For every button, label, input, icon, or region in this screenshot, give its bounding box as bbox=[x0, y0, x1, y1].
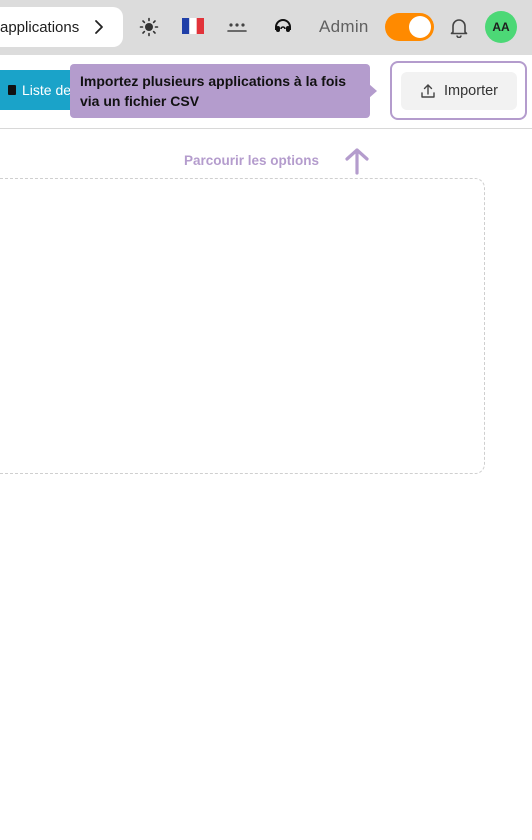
header-divider bbox=[0, 128, 532, 129]
browse-hint: Parcourir les options bbox=[184, 153, 320, 168]
tooltip-text: Importez plusieurs applications à la foi… bbox=[80, 73, 347, 109]
csv-dropzone[interactable] bbox=[0, 178, 485, 474]
toggle-knob bbox=[409, 16, 431, 38]
import-button[interactable]: Importer bbox=[401, 72, 517, 110]
list-button-label: Liste de bbox=[22, 82, 72, 98]
more-dots-icon[interactable] bbox=[226, 16, 248, 38]
avatar-initials: AA bbox=[492, 20, 510, 34]
admin-toggle[interactable] bbox=[385, 13, 434, 41]
import-button-label: Importer bbox=[444, 83, 498, 99]
import-tooltip: Importez plusieurs applications à la foi… bbox=[70, 64, 370, 118]
list-button[interactable]: Liste de bbox=[0, 70, 80, 110]
arrow-up-icon bbox=[345, 148, 369, 175]
chevron-right-icon bbox=[95, 20, 103, 34]
pin-icon bbox=[8, 85, 16, 95]
admin-label: Admin bbox=[319, 17, 369, 36]
apps-pill-label: applications bbox=[0, 18, 80, 36]
top-bar: applications Admin AA bbox=[0, 0, 532, 55]
support-headset-icon[interactable] bbox=[272, 16, 294, 38]
bell-icon[interactable] bbox=[448, 16, 470, 38]
tooltip-tail bbox=[369, 84, 377, 98]
apps-breadcrumb-pill[interactable]: applications bbox=[0, 7, 123, 47]
sun-icon[interactable] bbox=[138, 16, 160, 38]
avatar[interactable]: AA bbox=[485, 11, 517, 43]
french-flag-icon[interactable] bbox=[182, 15, 204, 37]
upload-icon bbox=[421, 84, 435, 98]
